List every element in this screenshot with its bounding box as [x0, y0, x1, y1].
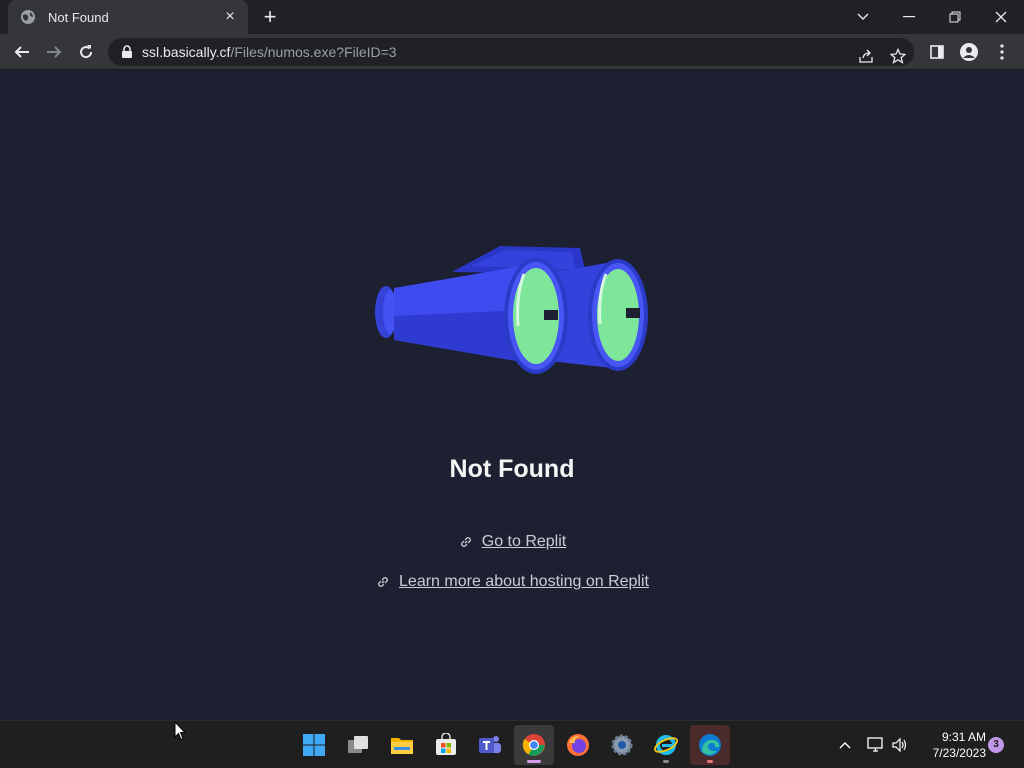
running-app-indicator — [707, 760, 713, 763]
clock-time: 9:31 AM — [941, 730, 986, 744]
globe-icon — [21, 10, 35, 24]
settings-icon[interactable] — [602, 725, 642, 765]
system-clock[interactable]: 9:31 AM 7/23/2023 — [914, 729, 986, 761]
back-button[interactable] — [8, 38, 36, 66]
side-panel-icon[interactable] — [923, 38, 951, 66]
tab-not-found[interactable]: Not Found × — [8, 0, 248, 34]
bookmark-star-icon[interactable] — [886, 44, 910, 68]
taskbar: 9:31 AM 7/23/2023 3 — [0, 720, 1024, 768]
close-window-icon[interactable] — [978, 0, 1024, 34]
profile-avatar-icon[interactable] — [955, 38, 983, 66]
reload-button[interactable] — [72, 38, 100, 66]
firefox-icon[interactable] — [558, 725, 598, 765]
start-icon[interactable] — [294, 725, 334, 765]
show-hidden-icons-chevron-icon[interactable] — [833, 733, 857, 757]
address-bar[interactable]: ssl.basically.cf/Files/numos.exe?FileID=… — [108, 38, 914, 66]
clock-date: 7/23/2023 — [932, 746, 986, 760]
go-to-replit-row: Go to Replit — [0, 533, 1024, 551]
menu-kebab-icon[interactable] — [988, 38, 1016, 66]
store-icon[interactable] — [426, 725, 466, 765]
chrome-icon[interactable] — [514, 725, 554, 765]
url-path: /Files/numos.exe?FileID=3 — [230, 44, 397, 60]
forward-button[interactable] — [40, 38, 68, 66]
notification-badge[interactable]: 3 — [988, 737, 1004, 753]
page-content: Not Found Go to Replit Learn more about … — [0, 71, 1024, 720]
edge-icon[interactable] — [690, 725, 730, 765]
active-app-indicator — [527, 760, 541, 763]
restore-icon[interactable] — [932, 0, 978, 34]
file-explorer-icon[interactable] — [382, 725, 422, 765]
teams-icon[interactable] — [470, 725, 510, 765]
mouse-cursor-icon — [174, 721, 186, 741]
new-tab-button[interactable]: + — [258, 6, 282, 30]
go-to-replit-link[interactable]: Go to Replit — [482, 533, 566, 551]
share-icon[interactable] — [854, 44, 878, 68]
page-title: Not Found — [449, 455, 575, 483]
running-app-indicator — [663, 760, 669, 763]
hosting-info-row: Learn more about hosting on Replit — [0, 573, 1024, 591]
network-icon[interactable] — [864, 733, 888, 757]
learn-more-hosting-link[interactable]: Learn more about hosting on Replit — [399, 573, 649, 591]
minimize-icon[interactable] — [886, 0, 932, 34]
link-icon — [460, 537, 471, 547]
lock-icon[interactable] — [120, 45, 134, 59]
volume-icon[interactable] — [888, 733, 912, 757]
task-view-icon[interactable] — [338, 725, 378, 765]
browser-toolbar: ssl.basically.cf/Files/numos.exe?FileID=… — [0, 34, 1024, 70]
binoculars-illustration — [375, 246, 648, 374]
tab-strip: Not Found × + — [0, 0, 1024, 34]
link-icon — [378, 577, 388, 587]
tab-close-icon[interactable]: × — [222, 8, 238, 26]
internet-explorer-icon[interactable] — [646, 725, 686, 765]
tab-title: Not Found — [48, 9, 109, 25]
url-host: ssl.basically.cf — [142, 44, 231, 60]
tab-search-icon[interactable] — [840, 0, 886, 34]
